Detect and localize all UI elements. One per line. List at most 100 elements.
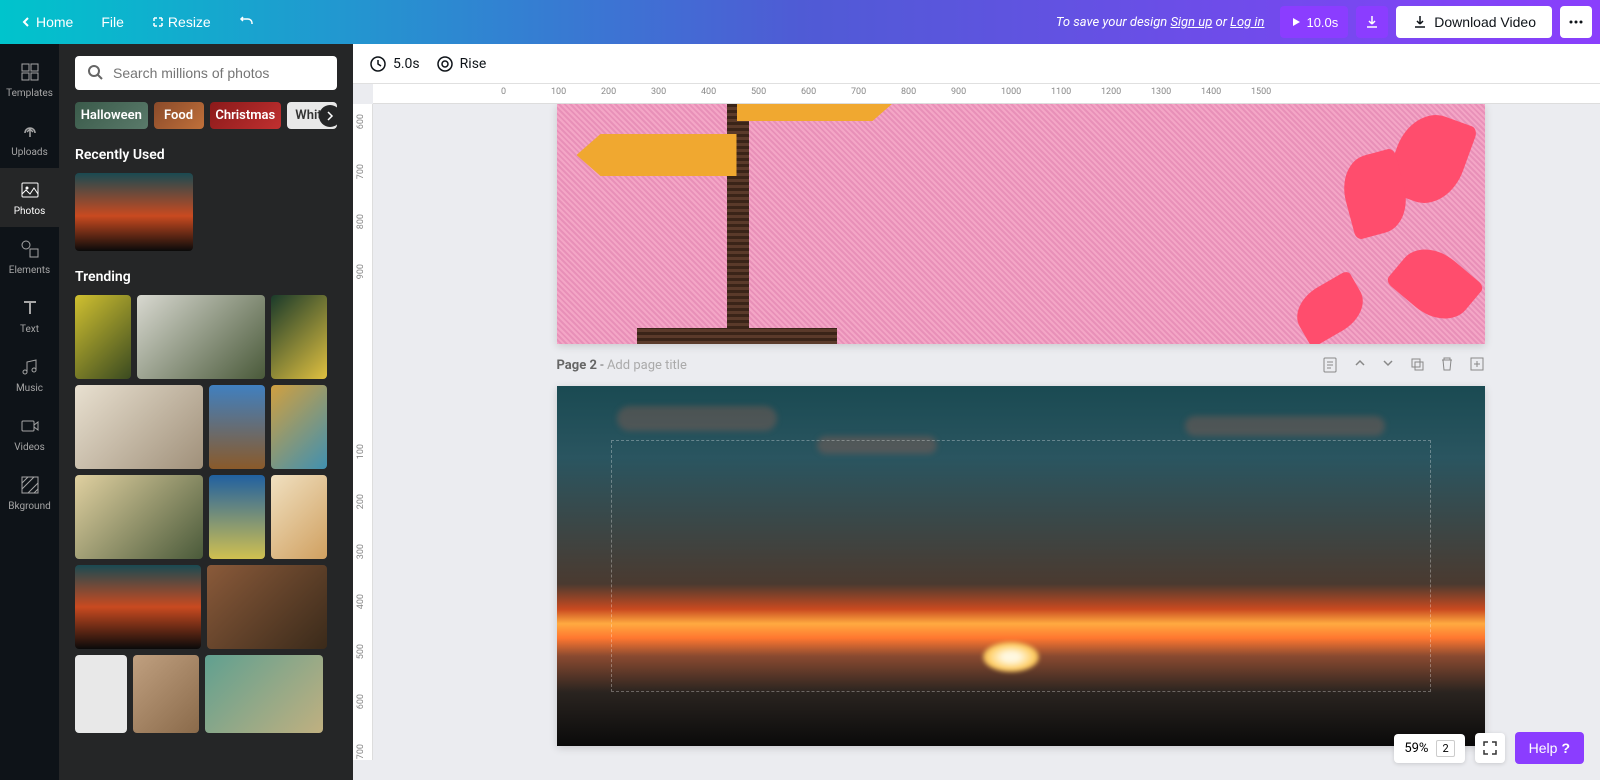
elements-icon bbox=[18, 237, 42, 261]
tool-background[interactable]: Bkground bbox=[0, 463, 59, 522]
clock-icon bbox=[369, 55, 387, 73]
login-link[interactable]: Log in bbox=[1230, 15, 1264, 30]
video-icon bbox=[18, 414, 42, 438]
canvas-scroll[interactable]: Page 2 - Add page title bbox=[353, 104, 1600, 780]
tool-rail: Templates Uploads Photos Elements Text M… bbox=[0, 44, 59, 780]
photo-thumb[interactable] bbox=[271, 295, 327, 379]
play-icon bbox=[1290, 16, 1302, 28]
page-2-header: Page 2 - Add page title bbox=[557, 344, 1485, 386]
notes-button[interactable] bbox=[1321, 356, 1339, 374]
main-area: Templates Uploads Photos Elements Text M… bbox=[0, 44, 1600, 780]
photo-thumb[interactable] bbox=[209, 385, 265, 469]
duration-control[interactable]: 5.0s bbox=[369, 55, 420, 73]
tool-uploads[interactable]: Uploads bbox=[0, 109, 59, 168]
zoom-control[interactable]: 59% 2 bbox=[1394, 734, 1464, 763]
undo-button[interactable] bbox=[227, 8, 267, 36]
upload-icon bbox=[18, 119, 42, 143]
more-horizontal-icon bbox=[1568, 14, 1584, 30]
background-icon bbox=[18, 473, 42, 497]
templates-icon bbox=[18, 60, 42, 84]
tool-elements[interactable]: Elements bbox=[0, 227, 59, 286]
download-icon bbox=[1364, 14, 1380, 30]
page-2-label: Page 2 bbox=[557, 358, 597, 373]
category-next-button[interactable] bbox=[319, 105, 337, 127]
app-header: Home File Resize To save your design Sig… bbox=[0, 0, 1600, 44]
header-left: Home File Resize bbox=[8, 8, 267, 36]
recent-photos bbox=[75, 173, 337, 251]
help-label: Help bbox=[1529, 740, 1558, 756]
search-input[interactable] bbox=[113, 65, 325, 81]
photo-thumb[interactable] bbox=[209, 475, 265, 559]
search-box[interactable] bbox=[75, 56, 337, 90]
download-icon-button[interactable] bbox=[1356, 6, 1388, 38]
duplicate-button[interactable] bbox=[1409, 356, 1425, 374]
tool-videos[interactable]: Videos bbox=[0, 404, 59, 463]
photo-thumb[interactable] bbox=[75, 475, 203, 559]
help-icon: ? bbox=[1561, 740, 1570, 756]
ruler-horizontal: 0100200300400500600700800900100011001200… bbox=[373, 84, 1600, 104]
photo-thumb[interactable] bbox=[137, 295, 265, 379]
download-video-button[interactable]: Download Video bbox=[1396, 6, 1552, 38]
tool-photos[interactable]: Photos bbox=[0, 168, 59, 227]
header-right: To save your design Sign up or Log in 10… bbox=[1056, 6, 1592, 38]
signpost-element[interactable] bbox=[677, 104, 749, 344]
photo-thumb[interactable] bbox=[271, 385, 327, 469]
move-up-button[interactable] bbox=[1353, 356, 1367, 374]
photo-thumb[interactable] bbox=[207, 565, 327, 649]
move-down-button[interactable] bbox=[1381, 356, 1395, 374]
photo-icon bbox=[18, 178, 42, 202]
file-button[interactable]: File bbox=[89, 8, 136, 36]
photo-thumb[interactable] bbox=[133, 655, 199, 733]
category-halloween[interactable]: Halloween bbox=[75, 102, 148, 129]
download-label: Download Video bbox=[1434, 14, 1536, 30]
canvas-area: 5.0s Rise 010020030040050060070080090010… bbox=[353, 44, 1600, 780]
page-indicator[interactable]: 2 bbox=[1436, 740, 1454, 757]
fullscreen-icon bbox=[1482, 740, 1498, 756]
music-icon bbox=[18, 355, 42, 379]
photo-thumb[interactable] bbox=[75, 655, 127, 733]
search-icon bbox=[87, 64, 105, 82]
tool-music[interactable]: Music bbox=[0, 345, 59, 404]
category-christmas[interactable]: Christmas bbox=[210, 102, 281, 129]
page-title-input[interactable]: Add page title bbox=[607, 358, 687, 373]
download-icon bbox=[1412, 14, 1428, 30]
photo-thumb[interactable] bbox=[271, 475, 327, 559]
more-button[interactable] bbox=[1560, 6, 1592, 38]
page-2-canvas[interactable] bbox=[557, 386, 1485, 746]
side-panel: Halloween Food Christmas White Recently … bbox=[59, 44, 353, 780]
home-button[interactable]: Home bbox=[8, 8, 85, 36]
signup-link[interactable]: Sign up bbox=[1170, 15, 1212, 30]
help-button[interactable]: Help ? bbox=[1515, 732, 1584, 764]
photo-thumb[interactable] bbox=[75, 295, 131, 379]
tool-text[interactable]: Text bbox=[0, 286, 59, 345]
fullscreen-button[interactable] bbox=[1475, 733, 1505, 763]
animation-label: Rise bbox=[460, 56, 487, 72]
page-1-canvas[interactable] bbox=[557, 104, 1485, 344]
add-page-button[interactable] bbox=[1469, 356, 1485, 374]
category-food[interactable]: Food bbox=[154, 102, 204, 129]
play-time-label: 10.0s bbox=[1306, 15, 1338, 30]
page-actions bbox=[1321, 356, 1485, 374]
delete-button[interactable] bbox=[1439, 356, 1455, 374]
context-toolbar: 5.0s Rise bbox=[353, 44, 1600, 84]
undo-icon bbox=[239, 14, 255, 30]
play-button[interactable]: 10.0s bbox=[1280, 6, 1348, 38]
category-row: Halloween Food Christmas White bbox=[75, 102, 337, 129]
photo-thumb[interactable] bbox=[205, 655, 323, 733]
tool-templates[interactable]: Templates bbox=[0, 50, 59, 109]
animation-control[interactable]: Rise bbox=[436, 55, 487, 73]
resize-button[interactable]: Resize bbox=[140, 8, 223, 36]
photo-thumb-sunset[interactable] bbox=[75, 173, 193, 251]
photo-thumb[interactable] bbox=[75, 565, 201, 649]
trending-photos bbox=[75, 295, 337, 733]
animation-icon bbox=[436, 55, 454, 73]
text-icon bbox=[18, 296, 42, 320]
safe-area-guide bbox=[611, 440, 1431, 692]
chevron-left-icon bbox=[20, 16, 32, 28]
plants-element[interactable] bbox=[1225, 104, 1485, 344]
resize-icon bbox=[152, 16, 164, 28]
duration-label: 5.0s bbox=[393, 56, 420, 72]
zoom-label: 59% bbox=[1404, 741, 1428, 756]
photo-thumb[interactable] bbox=[75, 385, 203, 469]
resize-label: Resize bbox=[168, 14, 211, 30]
